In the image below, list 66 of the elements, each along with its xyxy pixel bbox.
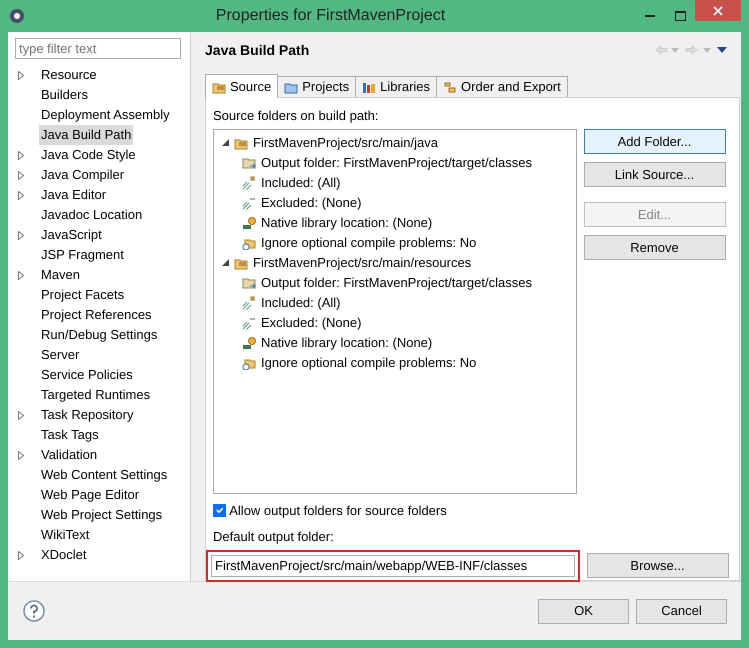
sidebar-item[interactable]: Run/Debug Settings <box>39 325 160 345</box>
sidebar-item[interactable]: Validation <box>39 445 100 465</box>
minimize-icon <box>645 15 655 17</box>
browse-button[interactable]: Browse... <box>586 553 728 578</box>
side-button[interactable]: Remove <box>584 234 726 260</box>
sidebar-item[interactable]: Web Project Settings <box>39 505 164 525</box>
section-label: Source folders on build path: <box>213 107 380 125</box>
tree-item[interactable]: Ignore optional compile problems: No <box>261 233 476 252</box>
sidebar-item[interactable]: JSP Fragment <box>39 245 126 265</box>
sidebar-item[interactable]: Deployment Assembly <box>39 105 172 125</box>
checkbox-label: Allow output folders for source folders <box>229 502 447 520</box>
output-folder-field[interactable]: FirstMavenProject/src/main/webapp/WEB-INF/classes <box>211 554 575 576</box>
tree-item[interactable]: Excluded: (None) <box>261 193 362 212</box>
field-label: Default output folder: <box>213 528 335 546</box>
view-menu-icon <box>717 47 727 53</box>
sidebar-item[interactable]: Builders <box>39 85 90 105</box>
sidebar-item[interactable]: Project References <box>39 305 154 325</box>
tab[interactable]: Order and Export <box>436 76 568 97</box>
sidebar-item[interactable]: Maven <box>39 265 82 285</box>
books-icon <box>362 80 376 94</box>
sidebar-item[interactable]: Project Facets <box>39 285 126 305</box>
sidebar-item[interactable]: Web Page Editor <box>39 485 142 505</box>
page-title: Java Build Path <box>205 40 310 60</box>
tree-item[interactable]: Output folder: FirstMavenProject/target/classes <box>261 153 532 172</box>
dropdown-caret-icon <box>702 48 710 52</box>
sidebar-item[interactable]: Task Tags <box>39 425 101 445</box>
tree-item[interactable]: Included: (All) <box>261 173 340 192</box>
folder-arrow-icon <box>242 276 256 290</box>
sidebar-item[interactable]: Java Editor <box>39 185 108 205</box>
sidebar-item[interactable]: Web Content Settings <box>39 465 170 485</box>
folder-arrow-icon <box>242 156 256 170</box>
sidebar-item[interactable]: Java Build Path <box>39 125 134 145</box>
tree-item[interactable]: Native library location: (None) <box>261 333 432 352</box>
sidebar-item[interactable]: Java Code Style <box>39 145 138 165</box>
tab[interactable]: Source <box>205 74 278 98</box>
filter-field[interactable]: type filter text <box>15 38 181 59</box>
forward-arrow-icon <box>685 43 700 57</box>
sidebar-item[interactable]: Resource <box>39 65 99 85</box>
sidebar-item[interactable]: Targeted Runtimes <box>39 385 152 405</box>
sidebar-item[interactable]: JavaScript <box>39 225 104 245</box>
tree-item[interactable]: FirstMavenProject/src/main/java <box>253 133 438 152</box>
tree-item[interactable]: Excluded: (None) <box>261 313 362 332</box>
tree-item[interactable]: Native library location: (None) <box>261 213 432 232</box>
side-button[interactable]: Link Source... <box>584 162 726 187</box>
back-arrow-icon <box>654 43 668 57</box>
sidebar-item[interactable]: Task Repository <box>39 405 136 425</box>
help-icon <box>23 600 45 622</box>
sidebar-item[interactable]: WikiText <box>39 525 92 545</box>
sidebar-item[interactable]: Server <box>39 345 82 365</box>
sidebar-item[interactable]: Java Compiler <box>39 165 126 185</box>
tree-item[interactable]: Ignore optional compile problems: No <box>261 353 476 372</box>
tree-item[interactable]: FirstMavenProject/src/main/resources <box>253 253 472 272</box>
maximize-icon <box>674 11 686 21</box>
sidebar-item[interactable]: Javadoc Location <box>39 205 144 225</box>
dropdown-caret-icon <box>670 48 679 52</box>
side-button[interactable]: Add Folder... <box>584 128 726 154</box>
sidebar-item[interactable]: Service Policies <box>39 365 135 385</box>
window-title: Properties for FirstMavenProject <box>214 6 446 26</box>
tree-item[interactable]: Output folder: FirstMavenProject/target/classes <box>261 273 532 292</box>
tab[interactable]: Projects <box>277 76 356 97</box>
close-icon <box>713 6 723 16</box>
dialog-button[interactable]: OK <box>538 598 629 624</box>
sidebar-item[interactable]: XDoclet <box>39 545 89 565</box>
tree-item[interactable]: Included: (All) <box>261 293 340 312</box>
checkbox[interactable] <box>213 504 226 517</box>
dialog-button[interactable]: Cancel <box>636 598 727 624</box>
